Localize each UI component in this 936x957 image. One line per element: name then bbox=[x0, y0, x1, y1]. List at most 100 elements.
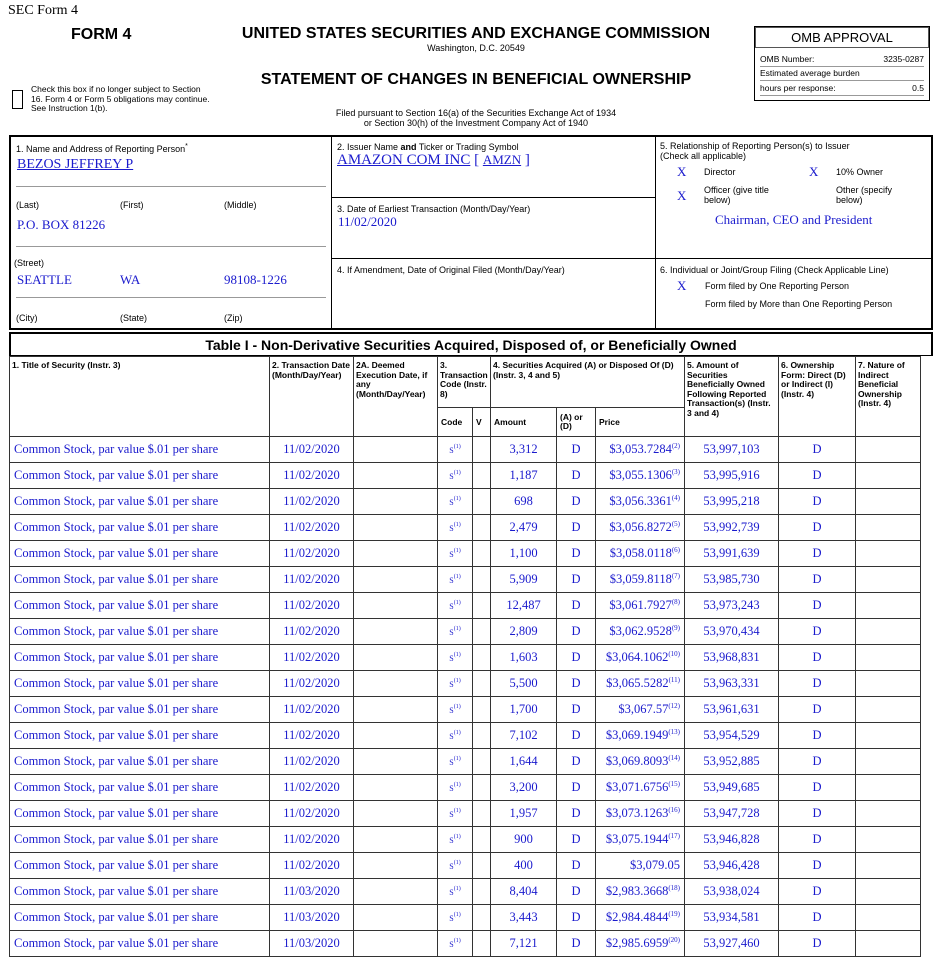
row-amount-owned-value: 53,991,639 bbox=[703, 546, 760, 560]
footnote-ref: (1) bbox=[453, 781, 461, 788]
row-amount-owned: 53,952,885 bbox=[684, 748, 779, 775]
row-ownership-form: D bbox=[778, 462, 856, 489]
row-transaction-date: 11/02/2020 bbox=[269, 670, 354, 697]
row-price: $3,065.5282(11) bbox=[595, 670, 685, 697]
row-acquired-disposed-value: D bbox=[571, 650, 581, 664]
row-amount-owned: 53,970,434 bbox=[684, 618, 779, 645]
row-acquired-disposed: D bbox=[556, 878, 596, 905]
row-transaction-code: S(1) bbox=[437, 878, 473, 905]
section16-checkbox-label: Check this box if no longer subject to S… bbox=[31, 84, 210, 113]
filed-pursuant-line-2: or Section 30(h) of the Investment Compa… bbox=[363, 118, 589, 128]
footnote-ref: (1) bbox=[453, 729, 461, 736]
omb-title: OMB APPROVAL bbox=[755, 27, 929, 48]
row-transaction-code: S(1) bbox=[437, 462, 473, 489]
row-security-title: Common Stock, par value $.01 per share bbox=[9, 748, 270, 775]
footnote-ref: (1) bbox=[453, 937, 461, 944]
row-transaction-date-value: 11/02/2020 bbox=[283, 676, 340, 690]
box6-filing-type: 6. Individual or Joint/Group Filing (Che… bbox=[655, 258, 933, 330]
row-amount-owned: 53,946,828 bbox=[684, 826, 779, 853]
row-amount: 7,121 bbox=[490, 930, 557, 957]
footnote-ref: (1) bbox=[453, 651, 461, 658]
row-amount-owned: 53,991,639 bbox=[684, 540, 779, 567]
row-price: $3,064.1062(10) bbox=[595, 644, 685, 671]
footnote-ref: (1) bbox=[453, 859, 461, 866]
row-amount-owned-value: 53,995,916 bbox=[703, 468, 760, 482]
row-transaction-date-value: 11/02/2020 bbox=[283, 624, 340, 638]
row-transaction-code: S(1) bbox=[437, 774, 473, 801]
row-ownership-form: D bbox=[778, 514, 856, 541]
row-deemed-date bbox=[353, 670, 438, 697]
row-price-value: $3,073.1263 bbox=[605, 806, 669, 820]
row-ownership-form-value: D bbox=[812, 546, 822, 560]
box2-label: 2. Issuer Name and Ticker or Trading Sym… bbox=[337, 142, 519, 152]
row-transaction-date-value: 11/02/2020 bbox=[283, 494, 340, 508]
row-transaction-code: S(1) bbox=[437, 566, 473, 593]
row-ownership-form: D bbox=[778, 488, 856, 515]
row-transaction-date-value: 11/03/2020 bbox=[283, 936, 340, 950]
row-acquired-disposed: D bbox=[556, 540, 596, 567]
row-amount-owned: 53,949,685 bbox=[684, 774, 779, 801]
row-amount-owned-value: 53,995,218 bbox=[703, 494, 760, 508]
footnote-ref: (16) bbox=[668, 805, 680, 814]
ticker-bracket-close: ] bbox=[521, 152, 530, 168]
footnote-ref: (19) bbox=[668, 909, 680, 918]
row-ownership-form-value: D bbox=[812, 832, 822, 846]
ticker-bracket-open: [ bbox=[474, 152, 483, 168]
table-row: Common Stock, par value $.01 per share 11… bbox=[9, 514, 921, 541]
reporting-person-name-link[interactable]: BEZOS JEFFREY P bbox=[17, 157, 133, 173]
row-amount-owned-value: 53,970,434 bbox=[703, 624, 760, 638]
row-amount-owned: 53,968,831 bbox=[684, 644, 779, 671]
table-row: Common Stock, par value $.01 per share 11… bbox=[9, 826, 921, 853]
row-security-title: Common Stock, par value $.01 per share bbox=[9, 436, 270, 463]
state-label: (State) bbox=[120, 313, 148, 323]
omb-number-label: OMB Number: bbox=[760, 54, 815, 64]
footnote-ref: (1) bbox=[453, 443, 461, 450]
director-label: Director bbox=[704, 167, 736, 177]
address-value: P.O. BOX 81226 bbox=[17, 217, 106, 232]
section16-checkbox[interactable] bbox=[12, 90, 23, 109]
omb-approval-box: OMB APPROVAL OMB Number: 3235-0287 Estim… bbox=[754, 26, 930, 101]
row-transaction-date: 11/02/2020 bbox=[269, 566, 354, 593]
row-price-value: $3,062.9528 bbox=[609, 624, 672, 638]
row-acquired-disposed-value: D bbox=[571, 520, 581, 534]
one-reporting-person-label: Form filed by One Reporting Person bbox=[705, 281, 850, 291]
row-transaction-date: 11/02/2020 bbox=[269, 436, 354, 463]
col-header-transaction-code: 3. Transaction Code (Instr. 8) bbox=[437, 356, 491, 408]
row-amount-owned: 53,946,428 bbox=[684, 852, 779, 879]
row-acquired-disposed-value: D bbox=[571, 598, 581, 612]
row-acquired-disposed: D bbox=[556, 566, 596, 593]
issuer-name-link[interactable]: AMAZON COM INC bbox=[337, 152, 470, 168]
city-value: SEATTLE bbox=[17, 272, 72, 287]
director-check-mark: X bbox=[677, 164, 687, 179]
row-acquired-disposed: D bbox=[556, 436, 596, 463]
row-transaction-code: S(1) bbox=[437, 930, 473, 957]
row-amount-owned-value: 53,946,428 bbox=[703, 858, 760, 872]
row-amount: 698 bbox=[490, 488, 557, 515]
subheader-amount: Amount bbox=[490, 407, 557, 437]
row-acquired-disposed-value: D bbox=[571, 910, 581, 924]
footnote-ref: (9) bbox=[671, 623, 680, 632]
row-price-value: $3,059.8118 bbox=[609, 572, 672, 586]
row-transaction-date-value: 11/02/2020 bbox=[283, 468, 340, 482]
table-row: Common Stock, par value $.01 per share 11… bbox=[9, 904, 921, 931]
row-transaction-code: S(1) bbox=[437, 722, 473, 749]
row-deemed-date bbox=[353, 462, 438, 489]
ten-percent-owner-check-mark: X bbox=[809, 164, 819, 179]
zip-label: (Zip) bbox=[224, 313, 243, 323]
row-amount-owned-value: 53,973,243 bbox=[703, 598, 760, 612]
ticker-link[interactable]: AMZN bbox=[483, 152, 521, 167]
row-ownership-form: D bbox=[778, 878, 856, 905]
row-ownership-form-value: D bbox=[812, 676, 822, 690]
row-transaction-date-value: 11/02/2020 bbox=[283, 598, 340, 612]
footnote-ref: (14) bbox=[668, 753, 680, 762]
footnote-ref: (15) bbox=[668, 779, 680, 788]
row-amount: 1,700 bbox=[490, 696, 557, 723]
row-price: $3,055.1306(3) bbox=[595, 462, 685, 489]
row-amount-owned: 53,927,460 bbox=[684, 930, 779, 957]
footnote-ref: (18) bbox=[668, 883, 680, 892]
row-security-title-value: Common Stock, par value $.01 per share bbox=[14, 624, 219, 638]
footnote-ref: (2) bbox=[671, 441, 680, 450]
row-ownership-form-value: D bbox=[812, 884, 822, 898]
row-v bbox=[472, 540, 491, 567]
row-ownership-form: D bbox=[778, 904, 856, 931]
